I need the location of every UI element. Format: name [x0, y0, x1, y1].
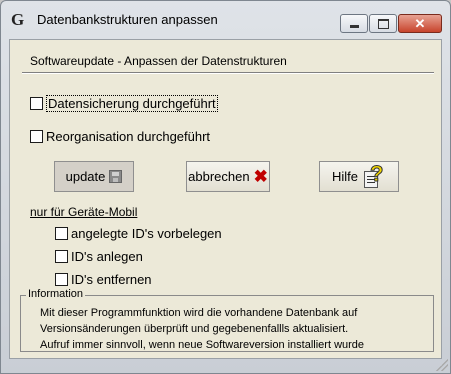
info-line: Mit dieser Programmfunktion wird die vor…	[40, 307, 358, 319]
cancel-label: abbrechen	[188, 169, 250, 184]
backup-label[interactable]: Datensicherung durchgeführt	[46, 95, 218, 112]
header-label: Softwareupdate - Anpassen der Datenstruk…	[30, 54, 287, 68]
backup-checkbox-row[interactable]: Datensicherung durchgeführt	[30, 95, 218, 112]
header-divider	[22, 72, 434, 74]
information-legend: Information	[26, 288, 86, 300]
title-bar[interactable]: G Datenbankstrukturen anpassen ✕	[1, 1, 450, 39]
mobile-section-label: nur für Geräte-Mobil	[30, 205, 138, 219]
preset-ids-row[interactable]: angelegte ID's vorbelegen	[55, 226, 222, 241]
help-label: Hilfe	[331, 169, 358, 184]
dialog-content: Softwareupdate - Anpassen der Datenstruk…	[9, 39, 442, 359]
window-title: Datenbankstrukturen anpassen	[37, 12, 218, 27]
info-line: Versionsänderungen überprüft und gegeben…	[40, 323, 349, 335]
reorg-checkbox[interactable]	[30, 130, 43, 143]
help-button[interactable]: Hilfe ?	[319, 160, 399, 192]
dialog-window: G Datenbankstrukturen anpassen ✕ Softwar…	[0, 0, 451, 374]
update-button[interactable]: update	[54, 161, 134, 192]
information-text: Mit dieser Programmfunktion wird die vor…	[40, 305, 378, 353]
reorg-label[interactable]: Reorganisation durchgeführt	[46, 129, 210, 144]
create-ids-label[interactable]: ID's anlegen	[71, 249, 143, 264]
update-label: update	[65, 169, 106, 184]
preset-ids-checkbox[interactable]	[55, 227, 68, 240]
close-button[interactable]: ✕	[398, 14, 442, 33]
info-line: Aufruf immer sinnvoll, wenn neue Softwar…	[40, 339, 365, 351]
app-icon: G	[11, 10, 25, 29]
resize-grip[interactable]	[436, 359, 448, 371]
minimize-button[interactable]	[340, 14, 368, 33]
backup-checkbox[interactable]	[30, 97, 43, 110]
help-question-icon: ?	[364, 160, 386, 189]
remove-ids-checkbox[interactable]	[55, 273, 68, 286]
create-ids-row[interactable]: ID's anlegen	[55, 249, 143, 264]
red-x-icon: ✖	[253, 166, 268, 186]
create-ids-checkbox[interactable]	[55, 250, 68, 263]
maximize-button[interactable]	[369, 14, 397, 33]
reorg-checkbox-row[interactable]: Reorganisation durchgeführt	[30, 129, 210, 144]
preset-ids-label[interactable]: angelegte ID's vorbelegen	[71, 226, 222, 241]
remove-ids-label[interactable]: ID's entfernen	[71, 272, 152, 287]
close-icon: ✕	[414, 16, 426, 31]
cancel-button[interactable]: abbrechen ✖	[186, 161, 270, 192]
remove-ids-row[interactable]: ID's entfernen	[55, 272, 152, 287]
floppy-disk-icon	[109, 170, 123, 183]
